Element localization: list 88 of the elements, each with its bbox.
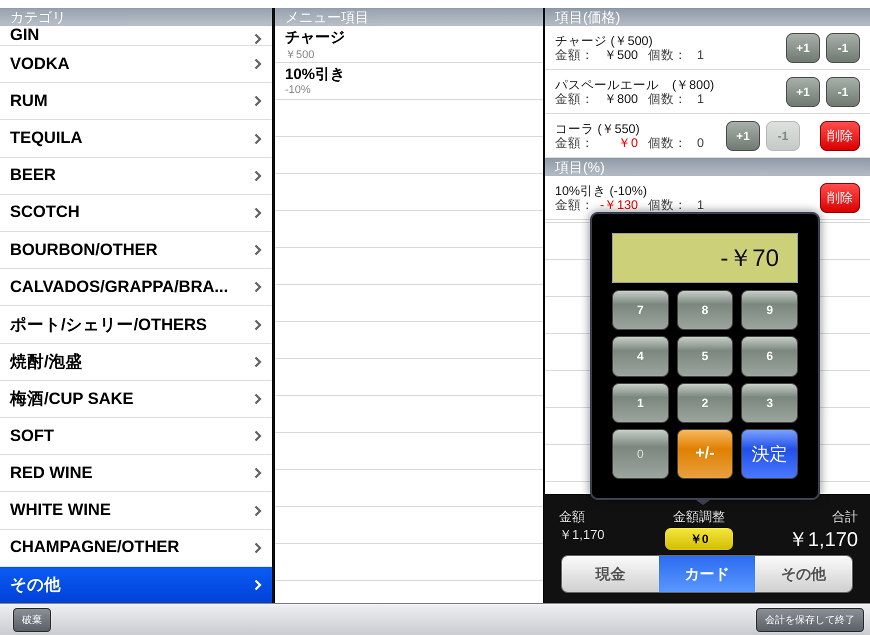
- amount-label: 金額: [559, 508, 586, 526]
- save-button[interactable]: 会計を保存して終了: [756, 608, 864, 632]
- chevron-icon: [254, 244, 262, 256]
- item-amount: -￥130: [598, 198, 638, 212]
- menu-item-name[interactable]: チャージ: [285, 28, 345, 47]
- category-item[interactable]: TEQUILA: [0, 120, 272, 158]
- category-item[interactable]: CALVADOS/GRAPPA/BRA...: [0, 269, 272, 306]
- item-count: 1: [697, 92, 704, 106]
- chevron-icon: [254, 430, 262, 442]
- column-header: メニュー項目: [275, 8, 543, 26]
- chevron-icon: [254, 467, 262, 480]
- item-name: パスペールエール (￥800): [555, 78, 716, 92]
- category-item[interactable]: SCOTCH: [0, 194, 272, 232]
- delete-button[interactable]: 削除: [820, 182, 860, 212]
- item-name: チャージ (￥500): [555, 34, 653, 48]
- count-button[interactable]: +1: [786, 32, 820, 62]
- count-label: 個数：: [648, 136, 687, 150]
- count-button[interactable]: +1: [726, 120, 760, 150]
- item-name: コーラ (￥550): [555, 122, 641, 136]
- chevron-icon: [254, 58, 262, 70]
- column-header: カテゴリ: [0, 8, 272, 26]
- chevron-icon: [254, 542, 262, 554]
- subtotal-value: ￥1,170: [559, 526, 605, 544]
- item-count: 1: [697, 48, 704, 62]
- calculator-display: -￥70: [612, 233, 798, 283]
- chevron-icon: [254, 132, 262, 144]
- chevron-icon: [254, 33, 262, 45]
- adjust-label: 金額調整: [673, 508, 726, 526]
- item-count: 1: [697, 198, 704, 212]
- chevron-icon: [254, 578, 262, 591]
- total-value: ￥1,170: [788, 528, 858, 553]
- digit-key[interactable]: 1: [612, 382, 669, 423]
- chevron-icon: [254, 95, 262, 108]
- enter-key[interactable]: 決定: [741, 428, 798, 479]
- category-item[interactable]: BOURBON/OTHER: [0, 232, 272, 270]
- category-item[interactable]: RED WINE: [0, 455, 272, 492]
- chevron-icon: [254, 170, 262, 182]
- section-header: 項目(価格): [545, 8, 870, 26]
- delete-button[interactable]: 削除: [820, 120, 860, 150]
- category-item[interactable]: RUM: [0, 83, 272, 120]
- amount-label: 金額：: [555, 136, 594, 150]
- chevron-icon: [254, 318, 262, 331]
- item-amount: ￥0: [618, 136, 638, 150]
- item-amount: ￥500: [603, 48, 638, 62]
- count-label: 個数：: [648, 198, 687, 212]
- digit-key[interactable]: 9: [741, 290, 798, 330]
- chevron-icon: [254, 206, 262, 219]
- category-item[interactable]: その他: [0, 566, 272, 603]
- count-button[interactable]: -1: [826, 76, 860, 106]
- count-label: 個数：: [648, 92, 687, 106]
- amount-label: 金額：: [555, 92, 594, 106]
- category-item[interactable]: 焼酎/泡盛: [0, 344, 272, 381]
- menu-item-price: -10%: [285, 84, 311, 96]
- digit-key[interactable]: 7: [612, 290, 669, 330]
- category-item[interactable]: WHITE WINE: [0, 492, 272, 530]
- category-item[interactable]: 梅酒/CUP SAKE: [0, 380, 272, 418]
- menu-item-name[interactable]: 10%引き: [285, 65, 346, 84]
- chevron-icon: [254, 356, 262, 368]
- item-count: 0: [697, 136, 704, 150]
- section-header: 項目(%): [545, 158, 870, 176]
- amount-label: 金額：: [555, 48, 594, 62]
- digit-key[interactable]: 4: [612, 336, 669, 376]
- chevron-icon: [254, 281, 262, 294]
- category-item[interactable]: VODKA: [0, 46, 272, 84]
- category-item[interactable]: SOFT: [0, 418, 272, 456]
- digit-key[interactable]: 2: [676, 382, 734, 423]
- item-name: 10%引き (-10%): [555, 184, 648, 198]
- payment-tab[interactable]: 現金: [562, 556, 659, 592]
- adjust-value[interactable]: ￥0: [665, 528, 734, 550]
- amount-label: 金額：: [555, 198, 594, 212]
- payment-tab[interactable]: その他: [755, 556, 852, 592]
- chevron-icon: [254, 504, 262, 517]
- category-item[interactable]: GIN: [0, 26, 272, 46]
- count-button[interactable]: -1: [826, 32, 860, 62]
- digit-key[interactable]: 5: [676, 336, 734, 376]
- item-amount: ￥800: [603, 92, 638, 106]
- count-label: 個数：: [648, 48, 687, 62]
- digit-key[interactable]: 3: [741, 382, 798, 423]
- chevron-icon: [254, 392, 262, 405]
- category-item[interactable]: ポート/シェリー/OTHERS: [0, 306, 272, 344]
- digit-key[interactable]: 6: [741, 336, 798, 376]
- digit-key[interactable]: 8: [676, 290, 734, 330]
- category-item[interactable]: BEER: [0, 158, 272, 195]
- count-button[interactable]: +1: [786, 76, 820, 106]
- menu-item-price: ￥500: [285, 48, 314, 62]
- total-label: 合計: [832, 508, 858, 526]
- discard-button[interactable]: 破棄: [13, 608, 51, 632]
- payment-tab[interactable]: カード: [658, 556, 756, 592]
